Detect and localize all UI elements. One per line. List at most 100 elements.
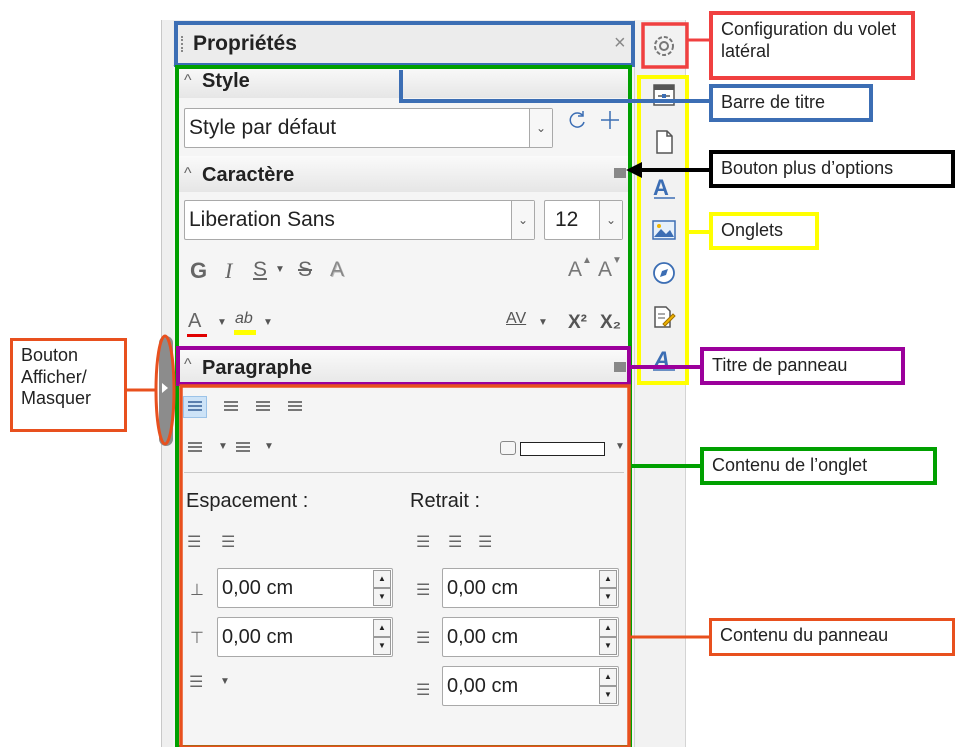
background-color-swatch[interactable] bbox=[520, 442, 605, 456]
spin-up-icon[interactable]: ▲ bbox=[373, 570, 391, 588]
tab-page-icon[interactable] bbox=[649, 127, 679, 157]
collapse-caret-icon[interactable]: ^ bbox=[184, 72, 192, 90]
indent-before-field[interactable]: 0,00 cm ▲ ▼ bbox=[442, 568, 619, 608]
underline-dropdown-icon[interactable]: ▼ bbox=[275, 264, 285, 275]
close-icon[interactable]: × bbox=[614, 32, 626, 55]
tab-styles-icon[interactable]: A bbox=[649, 172, 679, 202]
chevron-down-icon[interactable]: ⌄ bbox=[599, 201, 622, 239]
underline-button[interactable]: S bbox=[253, 258, 267, 282]
more-options-icon[interactable] bbox=[614, 362, 626, 372]
spin-buttons[interactable]: ▲ ▼ bbox=[599, 570, 617, 606]
new-style-icon[interactable] bbox=[598, 108, 622, 132]
spin-down-icon[interactable]: ▼ bbox=[599, 686, 617, 704]
spin-buttons[interactable]: ▲ ▼ bbox=[599, 619, 617, 655]
spin-down-icon[interactable]: ▼ bbox=[599, 637, 617, 655]
tab-properties-icon[interactable] bbox=[649, 80, 679, 110]
collapse-caret-icon[interactable]: ^ bbox=[184, 165, 192, 183]
shrink-font-button[interactable]: A bbox=[598, 258, 612, 282]
callout-panel-content-text: Contenu du panneau bbox=[720, 625, 889, 645]
above-spacing-field[interactable]: 0,00 cm ▲ ▼ bbox=[217, 568, 393, 608]
align-justify-icon[interactable] bbox=[288, 401, 302, 413]
spin-down-icon[interactable]: ▼ bbox=[373, 588, 391, 606]
callout-show-hide-text: Bouton Afficher/ Masquer bbox=[21, 345, 92, 409]
callout-panel-title-text: Titre de panneau bbox=[712, 355, 848, 375]
tab-design-icon[interactable]: A bbox=[649, 345, 679, 375]
subscript-button[interactable]: X₂ bbox=[600, 312, 621, 334]
spin-up-icon[interactable]: ▲ bbox=[373, 619, 391, 637]
tab-gallery-icon[interactable] bbox=[649, 215, 679, 245]
bold-button[interactable]: G bbox=[190, 258, 207, 284]
tab-navigator-icon[interactable] bbox=[649, 258, 679, 288]
first-line-indent-value: 0,00 cm bbox=[447, 674, 519, 697]
callout-titlebar-text: Barre de titre bbox=[721, 92, 826, 112]
align-center-icon[interactable] bbox=[224, 401, 238, 413]
italic-button[interactable]: I bbox=[225, 258, 232, 284]
grow-font-button[interactable]: A bbox=[568, 258, 582, 282]
callout-tabs-text: Onglets bbox=[721, 220, 784, 240]
decrease-indent-icon[interactable]: ☰ bbox=[448, 532, 462, 552]
increase-spacing-icon[interactable]: ☰ bbox=[187, 532, 201, 552]
numbered-dropdown-icon[interactable]: ▼ bbox=[264, 441, 274, 452]
chevron-down-icon[interactable]: ⌄ bbox=[511, 201, 534, 239]
spin-down-icon[interactable]: ▼ bbox=[373, 637, 391, 655]
font-size-dropdown[interactable]: 12 ⌄ bbox=[544, 200, 623, 240]
paragraph-section-title: Paragraphe bbox=[202, 357, 313, 379]
font-color-dropdown-icon[interactable]: ▼ bbox=[217, 317, 227, 328]
shrink-font-arrow-icon: ▼ bbox=[612, 255, 622, 266]
spin-buttons[interactable]: ▲ ▼ bbox=[373, 570, 391, 606]
numbered-list-icon[interactable] bbox=[236, 442, 250, 454]
shadow-button[interactable]: A bbox=[330, 258, 344, 282]
background-color-icon[interactable] bbox=[500, 441, 516, 455]
font-size-value: 12 bbox=[555, 208, 579, 231]
divider bbox=[184, 472, 624, 473]
font-color-button[interactable]: A bbox=[188, 310, 201, 333]
character-section-title: Caractère bbox=[202, 164, 295, 186]
indent-before-icon: ☰ bbox=[416, 582, 431, 599]
below-spacing-field[interactable]: 0,00 cm ▲ ▼ bbox=[217, 617, 393, 657]
callout-more-options: Bouton plus d’options bbox=[709, 150, 955, 188]
chevron-right-icon bbox=[162, 383, 168, 393]
strikethrough-button[interactable]: S bbox=[298, 258, 312, 282]
spacing-dropdown-icon[interactable]: ▼ bbox=[538, 317, 548, 328]
tab-manage-changes-icon[interactable] bbox=[649, 302, 679, 332]
spin-up-icon[interactable]: ▲ bbox=[599, 668, 617, 686]
highlight-dropdown-icon[interactable]: ▼ bbox=[263, 317, 273, 328]
spin-down-icon[interactable]: ▼ bbox=[599, 588, 617, 606]
line-spacing-dropdown-icon[interactable]: ▼ bbox=[220, 676, 230, 687]
decrease-spacing-icon[interactable]: ☰ bbox=[221, 532, 235, 552]
above-spacing-value: 0,00 cm bbox=[222, 576, 294, 599]
line-spacing-icon[interactable]: ☰ bbox=[189, 672, 203, 692]
first-line-indent-field[interactable]: 0,00 cm ▲ ▼ bbox=[442, 666, 619, 706]
background-dropdown-icon[interactable]: ▼ bbox=[615, 441, 625, 452]
chevron-down-icon[interactable]: ⌄ bbox=[529, 109, 552, 147]
align-right-icon[interactable] bbox=[256, 401, 270, 413]
callout-config-text: Configuration du volet latéral bbox=[721, 19, 897, 61]
more-options-icon[interactable] bbox=[614, 168, 626, 178]
spin-up-icon[interactable]: ▲ bbox=[599, 570, 617, 588]
character-spacing-button[interactable]: AV bbox=[506, 310, 526, 328]
bullet-dropdown-icon[interactable]: ▼ bbox=[218, 441, 228, 452]
update-style-icon[interactable] bbox=[565, 108, 589, 132]
paragraph-style-dropdown[interactable]: Style par défaut ⌄ bbox=[184, 108, 553, 148]
increase-indent-icon[interactable]: ☰ bbox=[416, 532, 430, 552]
below-spacing-icon: ⊤ bbox=[190, 630, 204, 647]
highlight-color-bar bbox=[234, 330, 256, 335]
callout-panel-title: Titre de panneau bbox=[700, 347, 905, 385]
spin-up-icon[interactable]: ▲ bbox=[599, 619, 617, 637]
callout-show-hide: Bouton Afficher/ Masquer bbox=[10, 338, 127, 432]
bullet-list-icon[interactable] bbox=[188, 442, 202, 454]
highlight-button[interactable]: ab bbox=[235, 310, 253, 328]
spin-buttons[interactable]: ▲ ▼ bbox=[373, 619, 391, 655]
indent-after-field[interactable]: 0,00 cm ▲ ▼ bbox=[442, 617, 619, 657]
grip-icon[interactable] bbox=[181, 36, 184, 52]
font-name-dropdown[interactable]: Liberation Sans ⌄ bbox=[184, 200, 535, 240]
gear-icon[interactable] bbox=[648, 30, 680, 62]
spacing-label: Espacement : bbox=[186, 490, 309, 512]
svg-text:A: A bbox=[653, 347, 670, 372]
superscript-button[interactable]: X² bbox=[568, 312, 587, 334]
collapse-caret-icon[interactable]: ^ bbox=[184, 356, 192, 374]
callout-tabs: Onglets bbox=[709, 212, 819, 250]
style-section-title: Style bbox=[202, 70, 250, 92]
hanging-indent-icon[interactable]: ☰ bbox=[478, 532, 492, 552]
spin-buttons[interactable]: ▲ ▼ bbox=[599, 668, 617, 704]
